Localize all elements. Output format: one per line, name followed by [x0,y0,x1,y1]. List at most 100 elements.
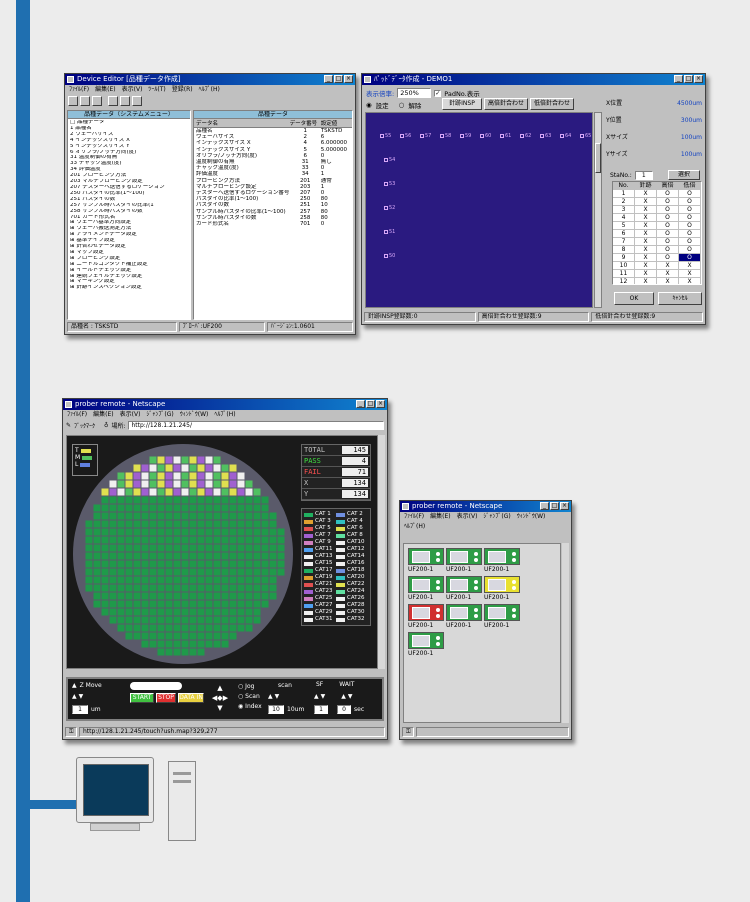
die-cell[interactable] [197,520,205,528]
die-cell[interactable] [205,520,213,528]
die-cell[interactable] [205,504,213,512]
die-cell[interactable] [253,576,261,584]
die-cell[interactable] [221,512,229,520]
die-cell[interactable] [237,520,245,528]
die-cell[interactable] [181,568,189,576]
close-button[interactable]: × [376,400,385,408]
die-cell[interactable] [125,616,133,624]
die-cell[interactable] [205,624,213,632]
die-cell[interactable] [133,496,141,504]
die-cell[interactable] [213,488,221,496]
die-cell[interactable] [149,560,157,568]
die-cell[interactable] [197,584,205,592]
die-cell[interactable] [205,528,213,536]
die-cell[interactable] [245,544,253,552]
die-cell[interactable] [205,536,213,544]
maximize-button[interactable]: □ [366,400,375,408]
die-cell[interactable] [197,480,205,488]
die-cell[interactable] [221,464,229,472]
die-cell[interactable] [101,488,109,496]
die-cell[interactable] [165,528,173,536]
die-cell[interactable] [197,632,205,640]
die-cell[interactable] [221,504,229,512]
die-cell[interactable] [181,480,189,488]
table-cell[interactable]: X [635,270,657,278]
die-cell[interactable] [133,512,141,520]
die-cell[interactable] [205,464,213,472]
menu-item[interactable]: 編集(E) [95,85,115,95]
die-cell[interactable] [245,512,253,520]
die-cell[interactable] [181,536,189,544]
die-cell[interactable] [253,536,261,544]
wafer-map[interactable] [67,436,295,668]
die-cell[interactable] [117,608,125,616]
die-cell[interactable] [157,544,165,552]
die-cell[interactable] [221,544,229,552]
close-button[interactable]: × [560,502,569,510]
die-cell[interactable] [157,536,165,544]
die-cell[interactable] [125,624,133,632]
die-cell[interactable] [125,512,133,520]
die-cell[interactable] [221,640,229,648]
die-cell[interactable] [149,624,157,632]
die-cell[interactable] [141,528,149,536]
menu-item[interactable]: ﾌｧｲﾙ(F) [67,410,87,420]
die-cell[interactable] [181,456,189,464]
die-cell[interactable] [189,616,197,624]
table-header[interactable]: No. [613,182,635,190]
die-cell[interactable] [109,536,117,544]
table-cell[interactable]: X [679,278,701,284]
die-cell[interactable] [245,488,253,496]
die-cell[interactable] [213,528,221,536]
die-cell[interactable] [93,560,101,568]
die-cell[interactable] [229,568,237,576]
die-cell[interactable] [261,528,269,536]
die-cell[interactable] [189,632,197,640]
die-cell[interactable] [173,600,181,608]
pad-marker[interactable]: 51 [384,229,395,235]
scroll-thumb[interactable] [595,143,601,173]
die-cell[interactable] [117,520,125,528]
die-cell[interactable] [165,600,173,608]
die-cell[interactable] [229,600,237,608]
die-cell[interactable] [173,560,181,568]
die-cell[interactable] [173,488,181,496]
die-cell[interactable] [141,568,149,576]
die-cell[interactable] [197,640,205,648]
die-cell[interactable] [221,536,229,544]
die-cell[interactable] [269,536,277,544]
die-cell[interactable] [237,592,245,600]
die-cell[interactable] [181,616,189,624]
die-cell[interactable] [141,640,149,648]
menu-item[interactable]: 表示(V) [120,410,141,420]
dpad-down-icon[interactable]: ▼ [206,703,234,713]
die-cell[interactable] [173,472,181,480]
die-cell[interactable] [125,504,133,512]
list-scroll-v[interactable] [562,543,569,723]
die-cell[interactable] [109,584,117,592]
settings-icon[interactable] [120,96,130,106]
minimize-button[interactable]: _ [674,75,683,83]
pad-marker[interactable]: 56 [400,133,411,139]
die-cell[interactable] [213,624,221,632]
die-cell[interactable] [133,592,141,600]
die-cell[interactable] [109,600,117,608]
menu-item[interactable]: 表示(V) [457,512,478,522]
die-cell[interactable] [149,544,157,552]
table-cell[interactable]: 10 [613,262,635,270]
die-cell[interactable] [197,504,205,512]
die-cell[interactable] [197,544,205,552]
die-cell[interactable] [165,464,173,472]
die-cell[interactable] [157,648,165,656]
die-cell[interactable] [141,624,149,632]
die-cell[interactable] [125,520,133,528]
die-cell[interactable] [245,504,253,512]
die-cell[interactable] [109,568,117,576]
pad-marker[interactable]: 50 [384,253,395,259]
canvas-scrollbar[interactable] [594,112,602,308]
die-cell[interactable] [205,608,213,616]
die-cell[interactable] [157,456,165,464]
die-cell[interactable] [125,552,133,560]
table-cell[interactable]: O [657,222,679,230]
die-cell[interactable] [197,528,205,536]
